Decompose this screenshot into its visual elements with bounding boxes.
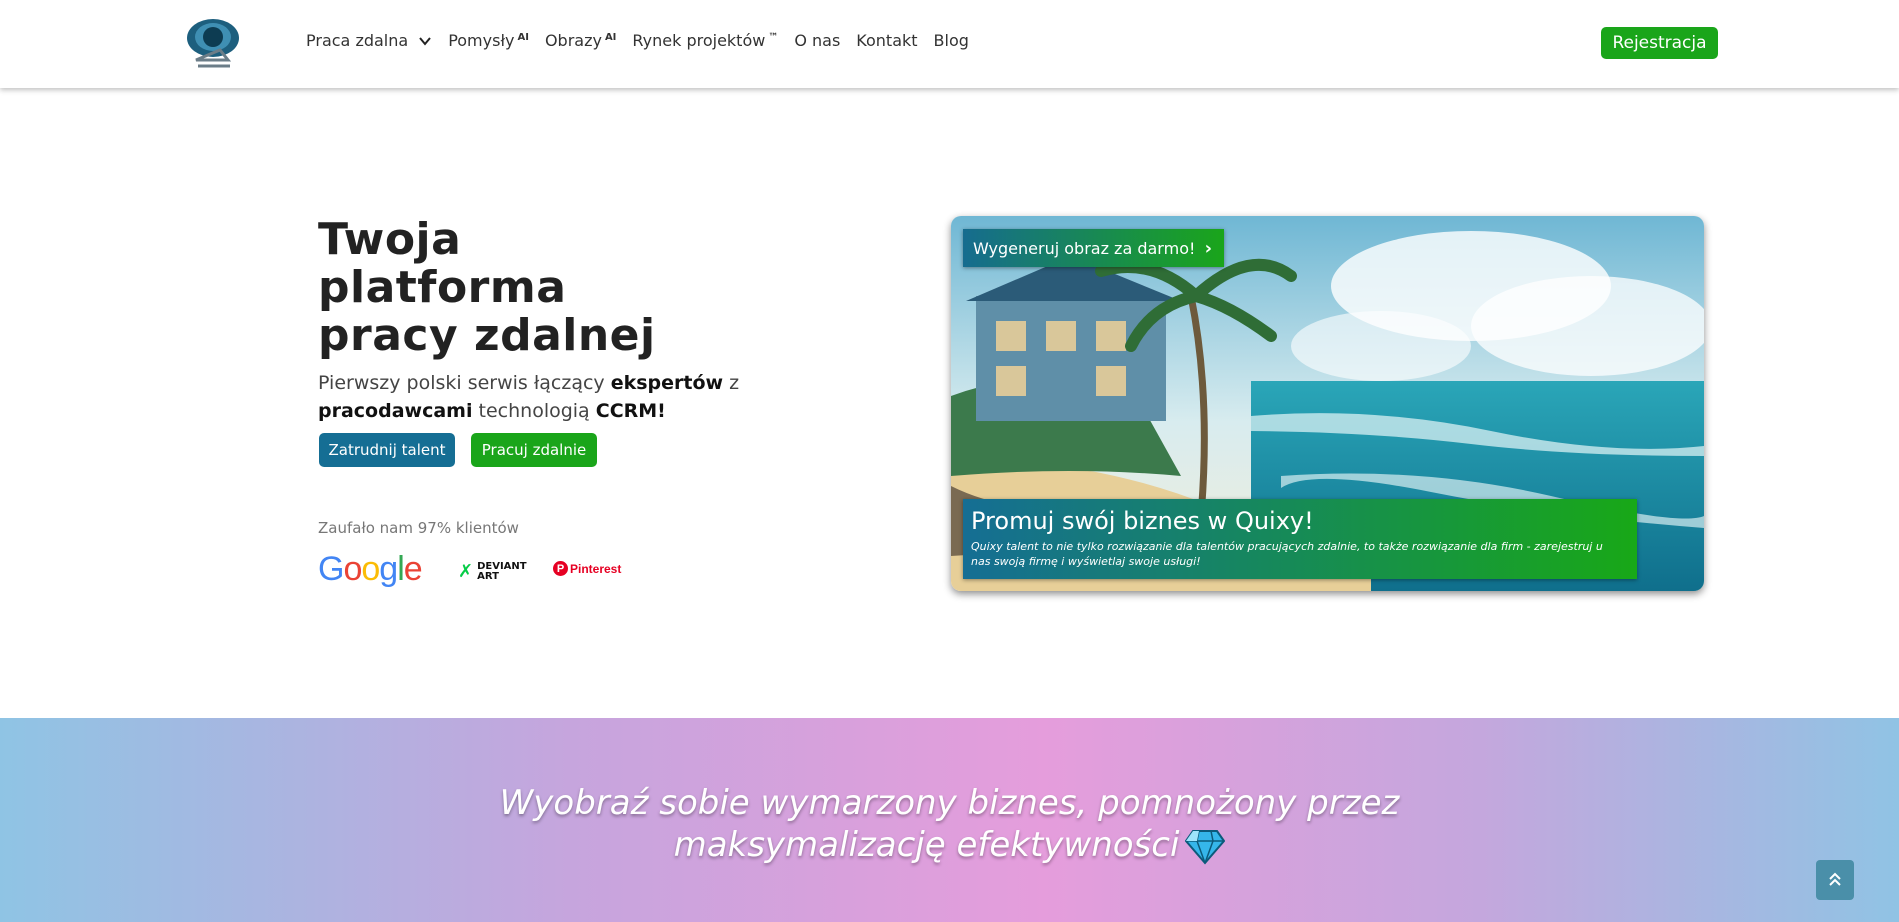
hero-title-line: Twoja bbox=[318, 214, 462, 265]
nav-label: Pomysły bbox=[448, 31, 515, 50]
gem-icon bbox=[1185, 829, 1226, 865]
promo-banner: Promuj swój biznes w Quixy! Quixy talent… bbox=[963, 499, 1637, 579]
subtitle-text: technologią bbox=[472, 400, 596, 422]
register-button[interactable]: Rejestracja bbox=[1601, 27, 1718, 59]
promo-text: Quixy talent to nie tylko rozwiązanie dl… bbox=[971, 540, 1603, 568]
scroll-top-button[interactable] bbox=[1816, 860, 1854, 900]
ai-badge: AI bbox=[517, 32, 529, 43]
nav-praca-zdalna[interactable]: Praca zdalna bbox=[306, 31, 432, 50]
ai-badge: AI bbox=[604, 32, 617, 43]
nav-blog[interactable]: Blog bbox=[934, 31, 969, 50]
nav-label: Praca zdalna bbox=[306, 31, 409, 50]
subtitle-bold: pracodawcami bbox=[318, 400, 473, 422]
chevron-right-icon: › bbox=[1204, 238, 1212, 259]
generate-image-button[interactable]: Wygeneruj obraz za darmo! › bbox=[963, 229, 1224, 267]
pinterest-mark-icon: P bbox=[553, 561, 568, 576]
generate-label: Wygeneruj obraz za darmo! bbox=[973, 238, 1196, 258]
work-remotely-button[interactable]: Pracuj zdalnie bbox=[471, 433, 597, 467]
nav-pomysly[interactable]: Pomysły AI bbox=[448, 31, 529, 50]
scroll-top-icon bbox=[1829, 872, 1841, 886]
nav-rynek-projektow[interactable]: Rynek projektów ™ bbox=[632, 31, 778, 50]
trust-text: Zaufało nam 97% klientów bbox=[318, 519, 519, 537]
chevron-down-icon bbox=[419, 36, 431, 46]
nav-label: Rynek projektów bbox=[632, 31, 766, 50]
nav-label: Blog bbox=[933, 31, 969, 50]
nav-o-nas[interactable]: O nas bbox=[794, 31, 840, 50]
main-nav: Praca zdalna Pomysły AI Obrazy AI Rynek pr… bbox=[306, 31, 985, 50]
pinterest-label: Pinterest bbox=[570, 561, 622, 576]
hero-title: Twoja platforma pracy zdalnej bbox=[318, 216, 738, 360]
hero-title-line: pracy zdalnej bbox=[318, 310, 656, 361]
subtitle-text: Pierwszy polski serwis łączący bbox=[318, 372, 611, 394]
promo-image-card[interactable]: Wygeneruj obraz za darmo! › Promuj swój … bbox=[951, 216, 1704, 591]
nav-kontakt[interactable]: Kontakt bbox=[856, 31, 917, 50]
nav-label: Kontakt bbox=[856, 31, 918, 50]
tagline-line-2: maksymalizację efektywności bbox=[0, 824, 1899, 866]
pinterest-logo: P Pinterest bbox=[553, 561, 621, 576]
subtitle-bold: CCRM! bbox=[595, 400, 666, 422]
hire-talent-button[interactable]: Zatrudnij talent bbox=[319, 433, 455, 467]
hero-subtitle: Pierwszy polski serwis łączący ekspertów… bbox=[318, 369, 778, 425]
subtitle-text: z bbox=[723, 372, 740, 394]
site-header: Praca zdalna Pomysły AI Obrazy AI Rynek pr… bbox=[0, 0, 1899, 88]
nav-label: Obrazy bbox=[544, 31, 602, 50]
tagline: Wyobraź sobie wymarzony biznes, pomnożon… bbox=[0, 782, 1899, 866]
hero-title-line: platforma bbox=[318, 262, 567, 313]
google-logo: Google bbox=[318, 550, 423, 588]
nav-label: O nas bbox=[794, 31, 841, 50]
tm-badge: ™ bbox=[768, 32, 779, 43]
tagline-line-text: maksymalizację efektywności bbox=[673, 825, 1180, 865]
promo-title: Promuj swój biznes w Quixy! bbox=[971, 507, 1314, 535]
tagline-line: Wyobraź sobie wymarzony biznes, pomnożon… bbox=[499, 783, 1400, 823]
deviantart-logo: ✗ DEVIANT ART bbox=[458, 562, 527, 582]
deviant-line: ART bbox=[477, 571, 499, 582]
logo-icon[interactable] bbox=[184, 16, 242, 70]
deviantart-mark-icon: ✗ bbox=[458, 561, 474, 582]
subtitle-bold: ekspertów bbox=[610, 372, 724, 394]
nav-obrazy[interactable]: Obrazy AI bbox=[545, 31, 616, 50]
